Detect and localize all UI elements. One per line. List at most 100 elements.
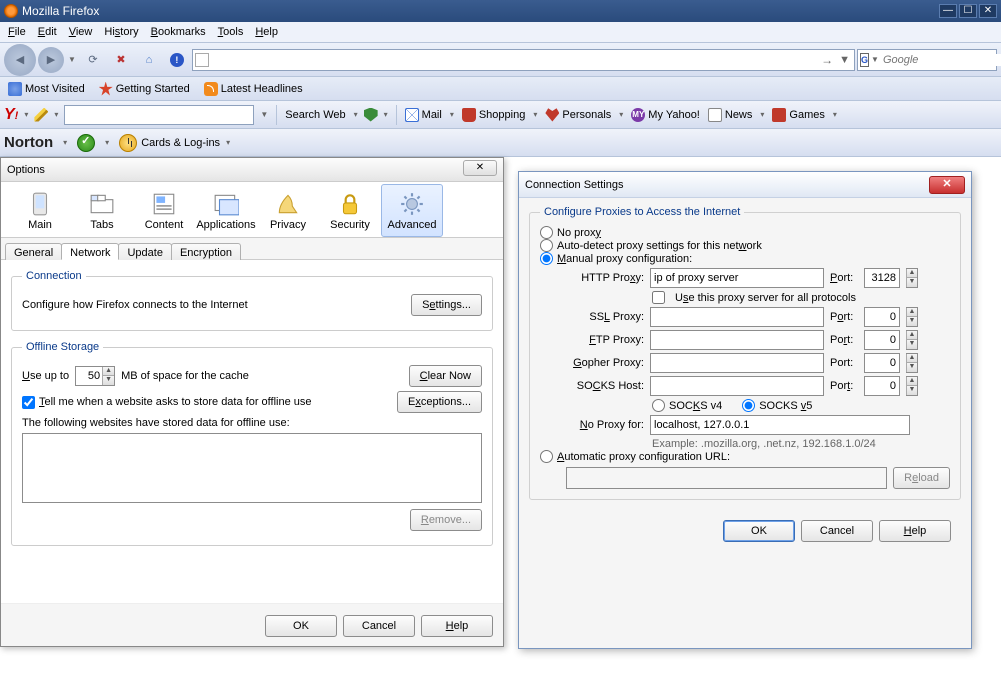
norton-check-icon[interactable] [77,134,95,152]
reload-button[interactable]: Reload [893,467,950,489]
remove-button[interactable]: Remove... [410,509,482,531]
conn-help-button[interactable]: Help [879,520,951,542]
ssl-port-input[interactable] [864,307,900,327]
yahoo-news[interactable]: News [706,108,755,122]
cat-applications[interactable]: Applications [195,184,257,237]
rss-icon [204,82,218,96]
tellme-checkbox[interactable]: Tell me when a website asks to store dat… [22,396,391,409]
search-input[interactable] [881,54,1001,66]
options-help-button[interactable]: Help [421,615,493,637]
connection-group: Connection Configure how Firefox connect… [11,270,493,331]
vault-icon [119,134,137,152]
gopher-proxy-input[interactable] [650,353,824,373]
yahoo-search-web[interactable]: Search Web [283,109,347,121]
home-button[interactable]: ⌂ [136,47,162,73]
noproxy-input[interactable] [650,415,910,435]
options-cancel-button[interactable]: Cancel [343,615,415,637]
cat-main[interactable]: Main [9,184,71,237]
menu-edit[interactable]: Edit [32,24,63,40]
pac-url-input[interactable] [566,467,887,489]
socks-port-input[interactable] [864,376,900,396]
options-ok-button[interactable]: OK [265,615,337,637]
ftp-port-input[interactable] [864,330,900,350]
connection-titlebar[interactable]: Connection Settings ✕ [519,172,971,198]
ftp-proxy-input[interactable] [650,330,824,350]
url-input[interactable] [211,53,817,67]
connection-settings-button[interactable]: Settings... [411,294,482,316]
spin-up[interactable]: ▲ [102,367,114,376]
radio-socks5[interactable]: SOCKS v5 [742,399,812,412]
clear-now-button[interactable]: Clear Now [409,365,482,387]
exceptions-button[interactable]: Exceptions... [397,391,482,413]
cat-tabs[interactable]: Tabs [71,184,133,237]
radio-manual[interactable]: Manual proxy configuration: [540,252,950,265]
bookmark-latest-headlines[interactable]: Latest Headlines [200,80,307,98]
yahoo-search-input[interactable] [64,105,254,125]
menu-tools[interactable]: Tools [212,24,250,40]
yahoo-shopping[interactable]: Shopping [460,108,528,122]
close-button[interactable]: ✕ [979,4,997,18]
menu-file[interactable]: File [2,24,32,40]
shield-icon[interactable] [364,108,378,122]
yahoo-games[interactable]: Games [770,108,826,122]
menu-help[interactable]: Help [249,24,284,40]
connection-title: Connection Settings [525,179,623,191]
offline-sites-list[interactable] [22,433,482,503]
bookmark-most-visited[interactable]: Most Visited [4,80,89,98]
connection-settings-window: Connection Settings ✕ Configure Proxies … [518,171,972,649]
tab-network[interactable]: Network [61,243,119,260]
spin-down[interactable]: ▼ [102,376,114,385]
menu-view[interactable]: View [63,24,99,40]
options-titlebar[interactable]: Options ✕ [1,158,503,182]
forward-button[interactable]: ▶ [38,47,64,73]
http-port-input[interactable] [864,268,900,288]
reload-button[interactable]: ⟳ [80,47,106,73]
cat-content[interactable]: Content [133,184,195,237]
url-bar[interactable]: → ▼ [192,49,855,71]
gopher-port-input[interactable] [864,353,900,373]
bookmark-getting-started[interactable]: Getting Started [95,80,194,98]
advanced-subtabs: General Network Update Encryption [1,238,503,260]
stop-button[interactable]: ✖ [108,47,134,73]
options-close-button[interactable]: ✕ [463,160,497,176]
cat-privacy[interactable]: Privacy [257,184,319,237]
radio-autourl[interactable]: Automatic proxy configuration URL: [540,450,950,463]
yahoo-mail[interactable]: Mail [403,108,444,122]
pencil-icon[interactable] [34,108,48,122]
cat-security[interactable]: Security [319,184,381,237]
yahoo-logo[interactable]: Y! [4,106,18,124]
search-box[interactable]: G▼ 🔍 [857,49,997,71]
http-proxy-input[interactable] [650,268,824,288]
maximize-button[interactable]: ☐ [959,4,977,18]
use-for-all-checkbox[interactable]: Use this proxy server for all protocols [652,291,950,304]
go-button[interactable]: → [817,53,837,67]
google-icon[interactable]: G [860,53,869,67]
menu-bookmarks[interactable]: Bookmarks [145,24,212,40]
connection-desc: Configure how Firefox connects to the In… [22,299,405,311]
cat-advanced[interactable]: Advanced [381,184,443,237]
norton-logo[interactable]: Norton [4,134,53,151]
info-button[interactable]: ! [164,47,190,73]
tab-general[interactable]: General [5,243,62,260]
cache-size-input[interactable] [76,370,102,382]
history-dropdown[interactable]: ▼ [66,55,78,64]
tab-encryption[interactable]: Encryption [171,243,241,260]
socks-host-input[interactable] [650,376,824,396]
conn-ok-button[interactable]: OK [723,520,795,542]
minimize-button[interactable]: — [939,4,957,18]
radio-noproxy[interactable]: No proxy [540,226,950,239]
yahoo-my[interactable]: MYMy Yahoo! [629,108,702,122]
conn-cancel-button[interactable]: Cancel [801,520,873,542]
cache-size-spinner[interactable]: ▲▼ [75,366,115,386]
yahoo-personals[interactable]: Personals [543,108,613,122]
back-button[interactable]: ◀ [4,44,36,76]
ssl-proxy-input[interactable] [650,307,824,327]
radio-socks4[interactable]: SOCKS v4 [652,399,722,412]
tab-update[interactable]: Update [118,243,171,260]
url-dropdown[interactable]: ▼ [837,54,852,66]
connection-close-button[interactable]: ✕ [929,176,965,194]
heart-icon [545,108,559,122]
norton-cards[interactable]: Cards & Log-ins▾ [119,134,232,152]
radio-autodetect[interactable]: Auto-detect proxy settings for this netw… [540,239,950,252]
menu-history[interactable]: History [98,24,144,40]
